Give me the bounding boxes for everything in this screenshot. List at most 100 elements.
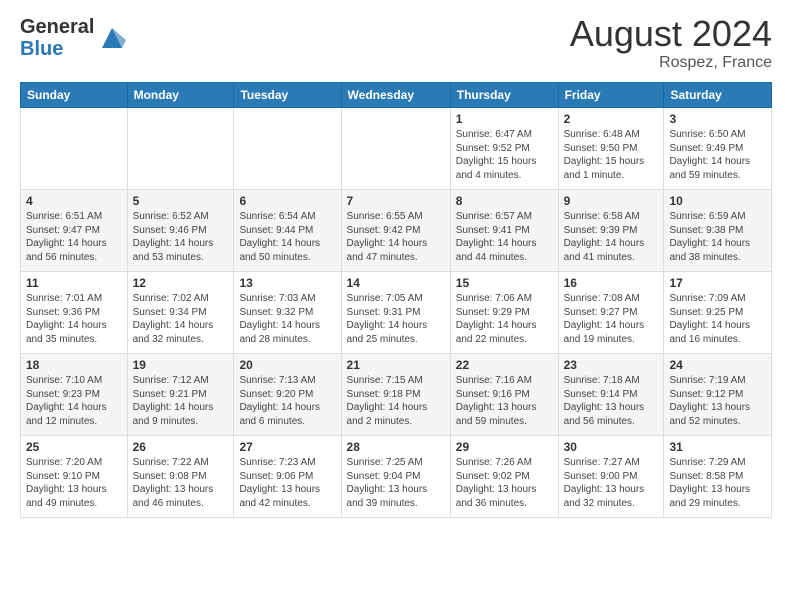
calendar-day-header: Sunday	[21, 83, 128, 108]
calendar-cell: 18 Sunrise: 7:10 AM Sunset: 9:23 PM Dayli…	[21, 354, 128, 436]
calendar-cell: 13 Sunrise: 7:03 AM Sunset: 9:32 PM Dayli…	[234, 272, 341, 354]
day-number: 23	[564, 358, 659, 372]
header: General Blue August 2024 Rospez, France	[20, 16, 772, 72]
day-info: Sunrise: 7:25 AM Sunset: 9:04 PM Dayligh…	[347, 456, 445, 510]
calendar-cell	[341, 108, 450, 190]
day-info: Sunrise: 7:15 AM Sunset: 9:18 PM Dayligh…	[347, 374, 445, 428]
day-number: 14	[347, 276, 445, 290]
day-info: Sunrise: 6:54 AM Sunset: 9:44 PM Dayligh…	[239, 210, 335, 264]
logo: General Blue	[20, 16, 126, 60]
day-number: 20	[239, 358, 335, 372]
day-number: 22	[456, 358, 553, 372]
title-block: August 2024 Rospez, France	[570, 16, 772, 72]
day-info: Sunrise: 6:58 AM Sunset: 9:39 PM Dayligh…	[564, 210, 659, 264]
day-number: 25	[26, 440, 122, 454]
day-info: Sunrise: 7:22 AM Sunset: 9:08 PM Dayligh…	[133, 456, 229, 510]
calendar-day-header: Wednesday	[341, 83, 450, 108]
day-info: Sunrise: 7:03 AM Sunset: 9:32 PM Dayligh…	[239, 292, 335, 346]
day-number: 4	[26, 194, 122, 208]
calendar-cell: 29 Sunrise: 7:26 AM Sunset: 9:02 PM Dayli…	[450, 436, 558, 518]
calendar-cell: 17 Sunrise: 7:09 AM Sunset: 9:25 PM Dayli…	[664, 272, 772, 354]
day-number: 16	[564, 276, 659, 290]
day-info: Sunrise: 7:08 AM Sunset: 9:27 PM Dayligh…	[564, 292, 659, 346]
day-info: Sunrise: 7:23 AM Sunset: 9:06 PM Dayligh…	[239, 456, 335, 510]
day-info: Sunrise: 6:57 AM Sunset: 9:41 PM Dayligh…	[456, 210, 553, 264]
day-number: 12	[133, 276, 229, 290]
calendar-cell	[21, 108, 128, 190]
calendar-cell: 20 Sunrise: 7:13 AM Sunset: 9:20 PM Dayli…	[234, 354, 341, 436]
month-title: August 2024	[570, 16, 772, 52]
calendar-cell: 27 Sunrise: 7:23 AM Sunset: 9:06 PM Dayli…	[234, 436, 341, 518]
calendar-table: SundayMondayTuesdayWednesdayThursdayFrid…	[20, 82, 772, 518]
day-info: Sunrise: 6:50 AM Sunset: 9:49 PM Dayligh…	[669, 128, 766, 182]
day-number: 17	[669, 276, 766, 290]
day-number: 6	[239, 194, 335, 208]
page: General Blue August 2024 Rospez, France …	[0, 0, 792, 612]
calendar-cell: 7 Sunrise: 6:55 AM Sunset: 9:42 PM Daylig…	[341, 190, 450, 272]
day-info: Sunrise: 7:09 AM Sunset: 9:25 PM Dayligh…	[669, 292, 766, 346]
calendar-cell: 15Sunrise: 7:06 AM Sunset: 9:29 PM Dayli…	[450, 272, 558, 354]
day-info: Sunrise: 7:20 AM Sunset: 9:10 PM Dayligh…	[26, 456, 122, 510]
calendar-cell: 19Sunrise: 7:12 AM Sunset: 9:21 PM Dayli…	[127, 354, 234, 436]
calendar-day-header: Thursday	[450, 83, 558, 108]
calendar-day-header: Saturday	[664, 83, 772, 108]
calendar-cell: 9 Sunrise: 6:58 AM Sunset: 9:39 PM Daylig…	[558, 190, 664, 272]
calendar-week-row: 25 Sunrise: 7:20 AM Sunset: 9:10 PM Dayli…	[21, 436, 772, 518]
day-number: 11	[26, 276, 122, 290]
day-number: 29	[456, 440, 553, 454]
day-info: Sunrise: 6:47 AM Sunset: 9:52 PM Dayligh…	[456, 128, 553, 182]
calendar-cell: 11Sunrise: 7:01 AM Sunset: 9:36 PM Dayli…	[21, 272, 128, 354]
day-number: 9	[564, 194, 659, 208]
day-number: 8	[456, 194, 553, 208]
day-number: 19	[133, 358, 229, 372]
day-info: Sunrise: 7:13 AM Sunset: 9:20 PM Dayligh…	[239, 374, 335, 428]
day-number: 27	[239, 440, 335, 454]
day-info: Sunrise: 6:59 AM Sunset: 9:38 PM Dayligh…	[669, 210, 766, 264]
calendar-week-row: 1 Sunrise: 6:47 AM Sunset: 9:52 PM Daylig…	[21, 108, 772, 190]
day-number: 5	[133, 194, 229, 208]
calendar-week-row: 4 Sunrise: 6:51 AM Sunset: 9:47 PM Daylig…	[21, 190, 772, 272]
day-info: Sunrise: 6:51 AM Sunset: 9:47 PM Dayligh…	[26, 210, 122, 264]
calendar-day-header: Monday	[127, 83, 234, 108]
calendar-cell: 3 Sunrise: 6:50 AM Sunset: 9:49 PM Daylig…	[664, 108, 772, 190]
calendar-cell: 30Sunrise: 7:27 AM Sunset: 9:00 PM Dayli…	[558, 436, 664, 518]
day-number: 10	[669, 194, 766, 208]
day-info: Sunrise: 7:06 AM Sunset: 9:29 PM Dayligh…	[456, 292, 553, 346]
logo-icon	[98, 24, 126, 52]
day-number: 3	[669, 112, 766, 126]
calendar-cell	[127, 108, 234, 190]
day-info: Sunrise: 7:10 AM Sunset: 9:23 PM Dayligh…	[26, 374, 122, 428]
day-number: 7	[347, 194, 445, 208]
day-info: Sunrise: 7:05 AM Sunset: 9:31 PM Dayligh…	[347, 292, 445, 346]
day-info: Sunrise: 6:55 AM Sunset: 9:42 PM Dayligh…	[347, 210, 445, 264]
calendar-cell: 25 Sunrise: 7:20 AM Sunset: 9:10 PM Dayli…	[21, 436, 128, 518]
calendar-cell: 2 Sunrise: 6:48 AM Sunset: 9:50 PM Daylig…	[558, 108, 664, 190]
calendar-cell: 5Sunrise: 6:52 AM Sunset: 9:46 PM Daylig…	[127, 190, 234, 272]
day-number: 1	[456, 112, 553, 126]
day-info: Sunrise: 6:48 AM Sunset: 9:50 PM Dayligh…	[564, 128, 659, 182]
day-info: Sunrise: 7:26 AM Sunset: 9:02 PM Dayligh…	[456, 456, 553, 510]
calendar-cell: 24Sunrise: 7:19 AM Sunset: 9:12 PM Dayli…	[664, 354, 772, 436]
day-number: 28	[347, 440, 445, 454]
calendar-day-header: Tuesday	[234, 83, 341, 108]
calendar-cell: 31 Sunrise: 7:29 AM Sunset: 8:58 PM Dayli…	[664, 436, 772, 518]
day-number: 2	[564, 112, 659, 126]
day-info: Sunrise: 7:29 AM Sunset: 8:58 PM Dayligh…	[669, 456, 766, 510]
day-number: 30	[564, 440, 659, 454]
calendar-cell: 23Sunrise: 7:18 AM Sunset: 9:14 PM Dayli…	[558, 354, 664, 436]
calendar-week-row: 18 Sunrise: 7:10 AM Sunset: 9:23 PM Dayli…	[21, 354, 772, 436]
day-number: 13	[239, 276, 335, 290]
calendar-cell: 6 Sunrise: 6:54 AM Sunset: 9:44 PM Daylig…	[234, 190, 341, 272]
logo-general: General	[20, 16, 94, 38]
location: Rospez, France	[570, 54, 772, 72]
day-info: Sunrise: 7:19 AM Sunset: 9:12 PM Dayligh…	[669, 374, 766, 428]
day-number: 31	[669, 440, 766, 454]
day-number: 18	[26, 358, 122, 372]
calendar-day-header: Friday	[558, 83, 664, 108]
calendar-cell: 21Sunrise: 7:15 AM Sunset: 9:18 PM Dayli…	[341, 354, 450, 436]
calendar-cell: 12 Sunrise: 7:02 AM Sunset: 9:34 PM Dayli…	[127, 272, 234, 354]
calendar-cell: 8 Sunrise: 6:57 AM Sunset: 9:41 PM Daylig…	[450, 190, 558, 272]
day-info: Sunrise: 7:02 AM Sunset: 9:34 PM Dayligh…	[133, 292, 229, 346]
calendar-cell: 22Sunrise: 7:16 AM Sunset: 9:16 PM Dayli…	[450, 354, 558, 436]
logo-blue: Blue	[20, 38, 94, 60]
